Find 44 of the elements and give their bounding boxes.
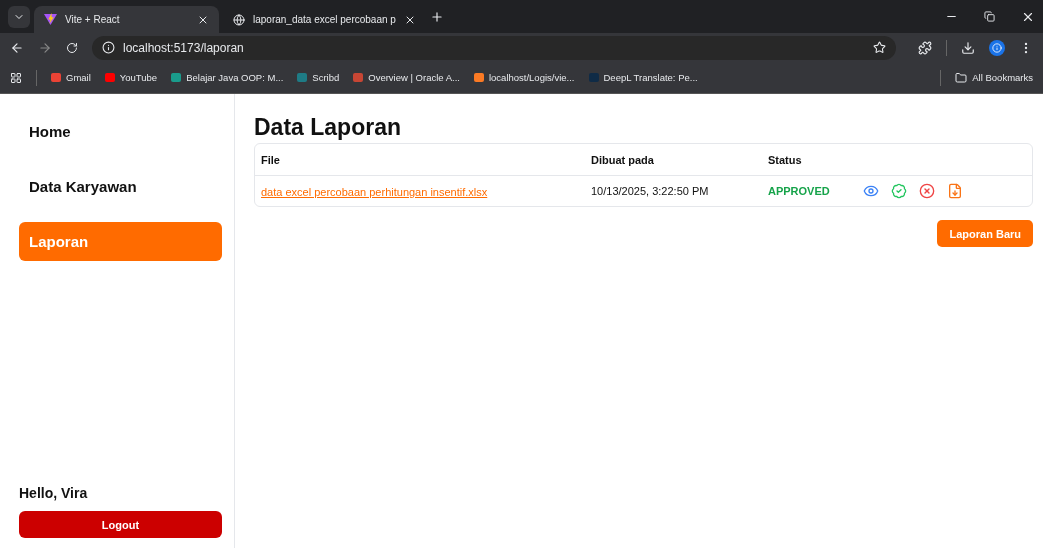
- star-icon[interactable]: [873, 41, 886, 54]
- greeting-text: Hello, Vira: [19, 485, 89, 501]
- column-header: File: [261, 153, 281, 166]
- bookmark-link[interactable]: Gmail: [51, 72, 91, 83]
- all-bookmarks-link[interactable]: All Bookmarks: [955, 71, 1033, 84]
- bookmark-link[interactable]: localhost/Logis/vie...: [473, 72, 575, 83]
- info-icon: [102, 41, 115, 54]
- tab-search-button[interactable]: [8, 5, 30, 28]
- column-header: Status: [768, 153, 803, 166]
- view-eye-icon[interactable]: [863, 183, 879, 199]
- bookmark-link[interactable]: YouTube: [104, 72, 158, 83]
- new-tab-icon[interactable]: [429, 9, 444, 24]
- column-header: Dibuat pada: [591, 153, 655, 166]
- tab-title: laporan_data excel percobaan p: [253, 14, 396, 25]
- logout-button[interactable]: Logout: [19, 511, 222, 538]
- bookmark-link[interactable]: Belajar Java OOP: M...: [171, 72, 284, 83]
- url-text: localhost:5173/laporan: [123, 40, 245, 55]
- approve-check-icon[interactable]: [891, 183, 907, 199]
- download-icon[interactable]: [961, 40, 975, 55]
- folder-icon: [955, 71, 968, 84]
- reject-x-icon[interactable]: [919, 183, 935, 199]
- bookmark-link[interactable]: Scribd: [297, 72, 340, 83]
- browser-tab[interactable]: laporan_data excel percobaan p: [223, 6, 426, 33]
- nav-item[interactable]: Data Karyawan: [19, 167, 222, 206]
- restore-icon[interactable]: [984, 11, 995, 22]
- forward-icon[interactable]: [38, 40, 52, 55]
- nav-item[interactable]: Home: [19, 112, 222, 151]
- status-text: APPROVED: [768, 185, 831, 197]
- bookmark-link[interactable]: Overview | Oracle A...: [353, 72, 460, 83]
- tab-title: Vite + React: [65, 14, 121, 25]
- back-icon[interactable]: [10, 40, 24, 55]
- file-download-icon[interactable]: [947, 183, 963, 199]
- date-cell-text: 10/13/2025, 3:22:50 PM: [591, 185, 710, 197]
- puzzle-icon[interactable]: [918, 40, 932, 55]
- apps-icon[interactable]: [10, 71, 22, 84]
- lightning-logo-icon: [44, 13, 57, 26]
- profile-avatar[interactable]: [989, 39, 1005, 56]
- page-title: Data Laporan: [254, 114, 402, 141]
- info-icon: [992, 42, 1002, 53]
- browser-tab[interactable]: Vite + React: [34, 6, 219, 33]
- reload-icon[interactable]: [66, 41, 78, 54]
- globe-icon: [233, 13, 245, 26]
- bookmark-link[interactable]: DeepL Translate: Pe...: [588, 72, 698, 83]
- address-field[interactable]: localhost:5173/laporan: [92, 35, 896, 60]
